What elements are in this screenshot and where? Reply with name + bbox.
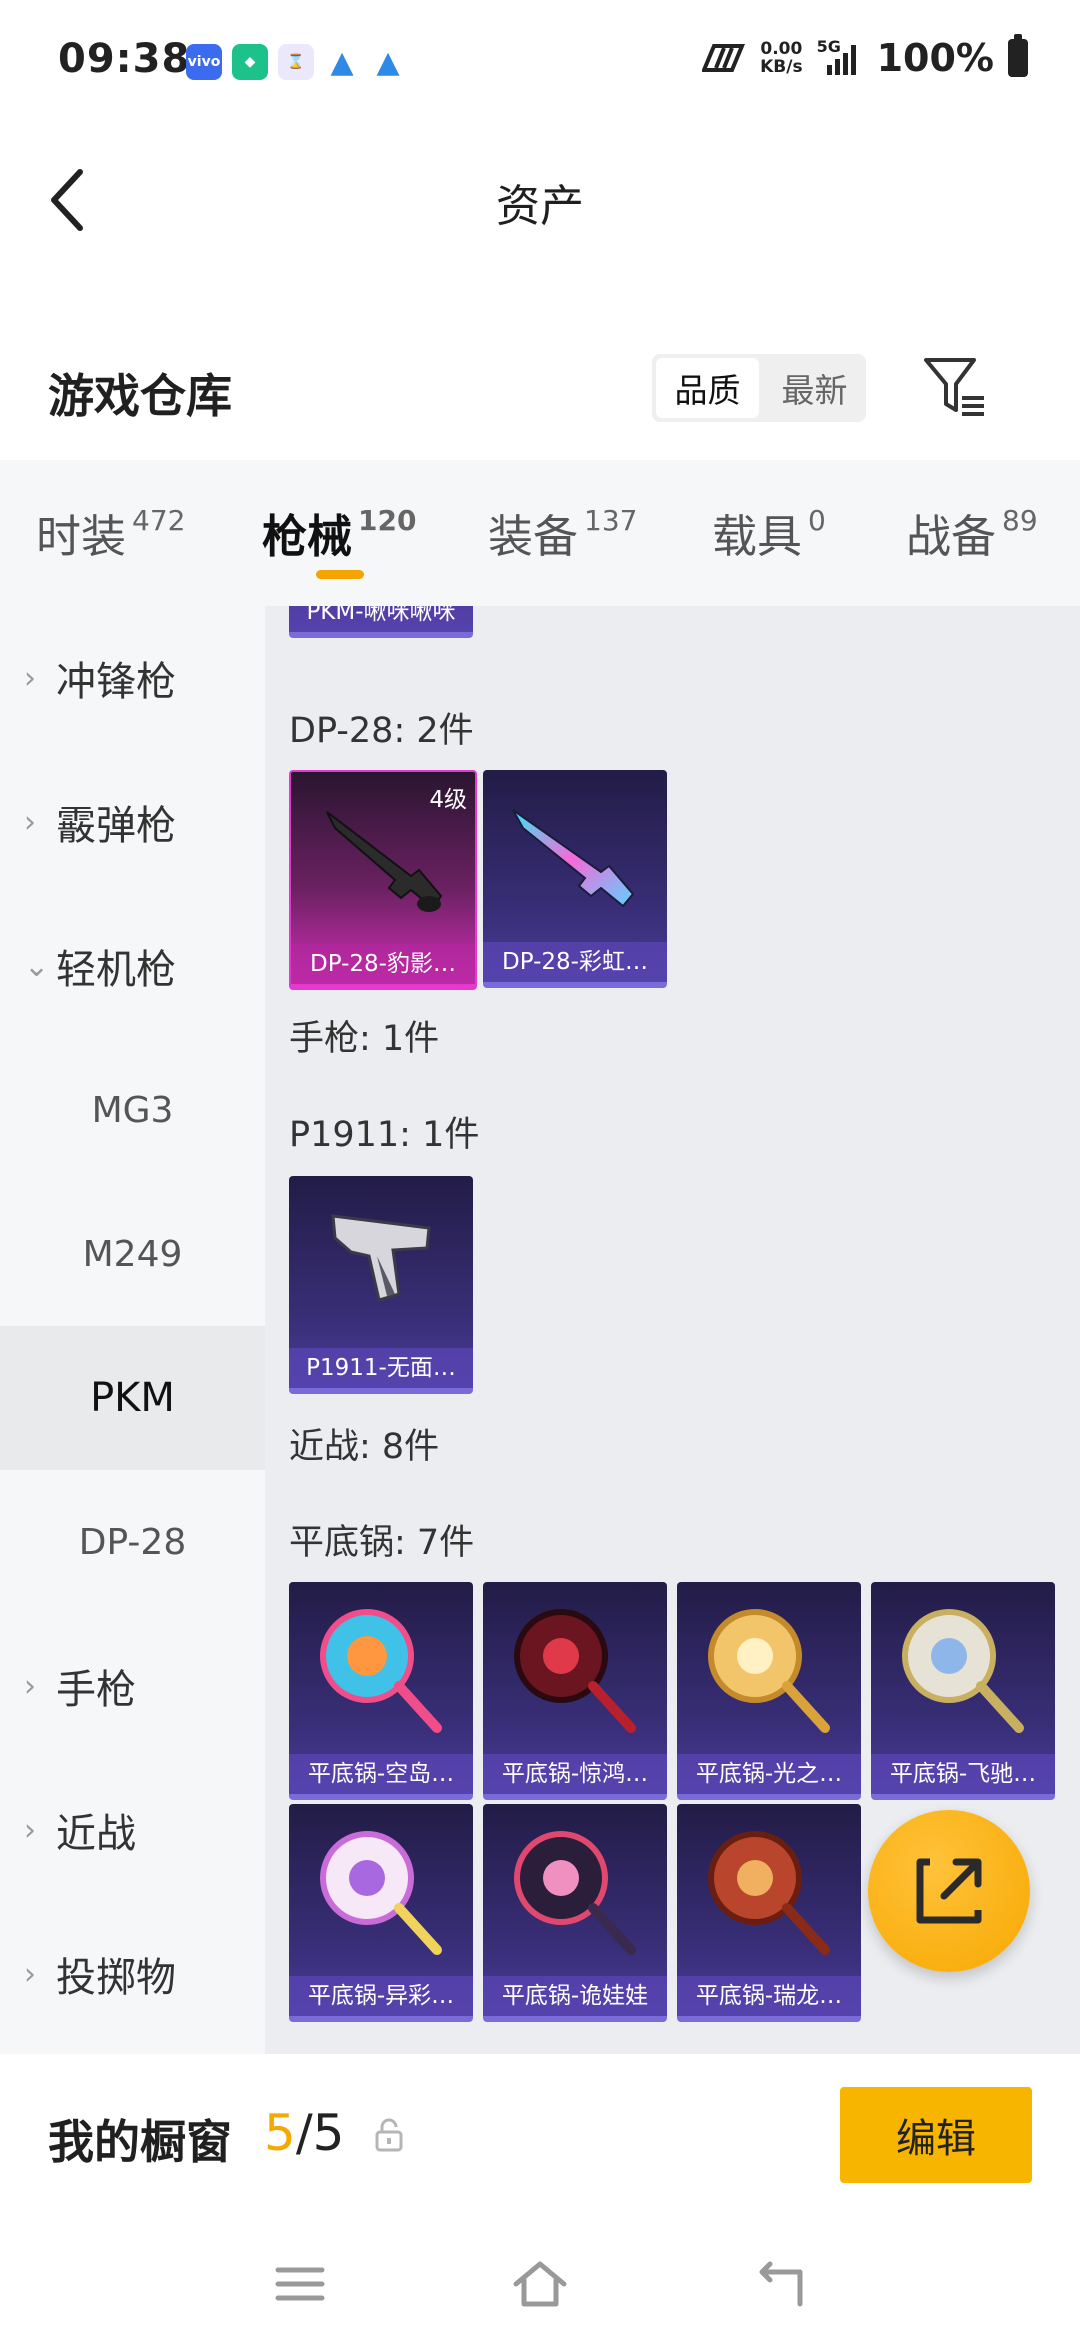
lock-icon <box>375 2118 403 2152</box>
chevron-right-icon: › <box>24 1812 36 1848</box>
pan-image <box>320 1831 442 1955</box>
item-card-pan-1[interactable]: 平底锅-空岛… <box>289 1582 473 1800</box>
section-header-melee: 近战: 8件 <box>289 1427 440 1467</box>
edit-button[interactable]: 编辑 <box>840 2087 1032 2183</box>
pan-image <box>320 1609 442 1733</box>
chevron-down-icon: ⌄ <box>24 948 50 984</box>
item-card-pkm[interactable]: PKM-啾咪啾咪 <box>289 606 473 638</box>
sidebar-item-dp28[interactable]: DP-28 <box>0 1470 265 1614</box>
warning-icon: ▲ <box>330 44 354 80</box>
pan-image <box>902 1609 1024 1733</box>
lmg-image <box>512 809 635 908</box>
signal-icon: 5G <box>817 37 863 77</box>
section-header-pan: 平底锅: 7件 <box>289 1523 475 1563</box>
tab-equipment[interactable]: 装备 137 <box>488 500 637 565</box>
share-icon <box>916 1858 982 1924</box>
sidebar-item-pkm[interactable]: PKM <box>0 1326 265 1470</box>
item-card-dp28-rainbow[interactable]: DP-28-彩虹… <box>483 770 667 988</box>
sort-toggle: 品质 最新 <box>652 354 866 422</box>
back-nav-icon[interactable] <box>750 2254 810 2314</box>
vivo-icon: vivo <box>186 44 222 80</box>
tab-firearms[interactable]: 枪械 120 <box>262 500 416 565</box>
sidebar-item-m249[interactable]: M249 <box>0 1182 265 1326</box>
battery-percent: 100% <box>876 36 994 80</box>
sidebar-item-pistol[interactable]: › 手枪 <box>0 1614 265 1758</box>
status-bar: 09:38 vivo ◆ ⌛ ▲ ▲ 0.00 KB/s 5G 100% <box>0 0 1080 120</box>
tab-vehicles[interactable]: 载具 0 <box>712 500 826 565</box>
clock: 09:38 <box>58 36 191 82</box>
system-icons: 0.00 KB/s 5G 100% <box>702 34 1028 80</box>
section-header-pistol: 手枪: 1件 <box>289 1019 440 1059</box>
chevron-right-icon: › <box>24 660 36 696</box>
battery-icon <box>1008 34 1028 77</box>
system-nav-bar <box>0 2214 1080 2344</box>
showcase-count: 5/5 <box>264 2104 345 2162</box>
weapon-sidebar: › 冲锋枪 › 霰弹枪 ⌄ 轻机枪 MG3 M249 PKM DP-28 › 手枪 › 近… <box>0 606 265 2054</box>
sidebar-item-smg[interactable]: › 冲锋枪 <box>0 606 265 750</box>
item-card-pan-4[interactable]: 平底锅-飞驰… <box>871 1582 1055 1800</box>
item-card-dp28-leopard[interactable]: 4级 DP-28-豹影… <box>289 770 477 990</box>
carrier-icon <box>702 44 746 72</box>
chevron-right-icon: › <box>24 1668 36 1704</box>
sidebar-item-melee[interactable]: › 近战 <box>0 1758 265 1902</box>
item-card-pan-2[interactable]: 平底锅-惊鸿… <box>483 1582 667 1800</box>
share-fab-button[interactable] <box>868 1810 1030 1972</box>
active-tab-indicator <box>316 570 364 579</box>
section-header-dp28: DP-28: 2件 <box>289 711 474 751</box>
filter-icon[interactable] <box>920 352 990 422</box>
sort-quality-button[interactable]: 品质 <box>656 358 759 418</box>
page-title: 资产 <box>496 181 584 232</box>
sidebar-item-throwables[interactable]: › 投掷物 <box>0 1902 265 2046</box>
sort-newest-button[interactable]: 最新 <box>763 354 866 422</box>
network-speed: 0.00 KB/s <box>760 39 803 77</box>
chevron-right-icon: › <box>24 804 36 840</box>
showcase-label: 我的橱窗 <box>48 2115 232 2169</box>
sidebar-item-lmg[interactable]: ⌄ 轻机枪 <box>0 894 265 1038</box>
pan-image <box>514 1609 636 1733</box>
warning-icon-2: ▲ <box>376 44 400 80</box>
item-card-p1911[interactable]: P1911-无面… <box>289 1176 473 1394</box>
tab-supplies[interactable]: 战备 89 <box>906 500 1038 565</box>
sidebar-item-shotgun[interactable]: › 霰弹枪 <box>0 750 265 894</box>
hourglass-icon: ⌛ <box>278 44 314 80</box>
pan-image <box>708 1609 830 1733</box>
sidebar-item-mg3[interactable]: MG3 <box>0 1038 265 1182</box>
pan-image <box>708 1831 830 1955</box>
home-icon[interactable] <box>510 2254 570 2314</box>
notification-icons: vivo ◆ ⌛ ▲ ▲ <box>186 44 406 80</box>
showcase-bar: 我的橱窗 5/5 编辑 <box>0 2054 1080 2214</box>
item-card-pan-6[interactable]: 平底锅-诡娃娃 <box>483 1804 667 2022</box>
item-card-pan-3[interactable]: 平底锅-光之… <box>677 1582 861 1800</box>
warehouse-title: 游戏仓库 <box>48 369 232 423</box>
menu-icon[interactable] <box>270 2254 330 2314</box>
chevron-right-icon: › <box>24 1956 36 1992</box>
pan-image <box>514 1831 636 1955</box>
section-header-p1911: P1911: 1件 <box>289 1115 480 1155</box>
tab-fashion[interactable]: 时装 472 <box>36 500 185 565</box>
pistol-image <box>331 1214 431 1302</box>
category-tabs: 时装 472 枪械 120 装备 137 载具 0 战备 89 <box>0 460 1080 606</box>
item-card-pan-7[interactable]: 平底锅-瑞龙… <box>677 1804 861 2022</box>
item-card-pan-5[interactable]: 平底锅-异彩… <box>289 1804 473 2022</box>
shield-icon: ◆ <box>232 44 268 80</box>
